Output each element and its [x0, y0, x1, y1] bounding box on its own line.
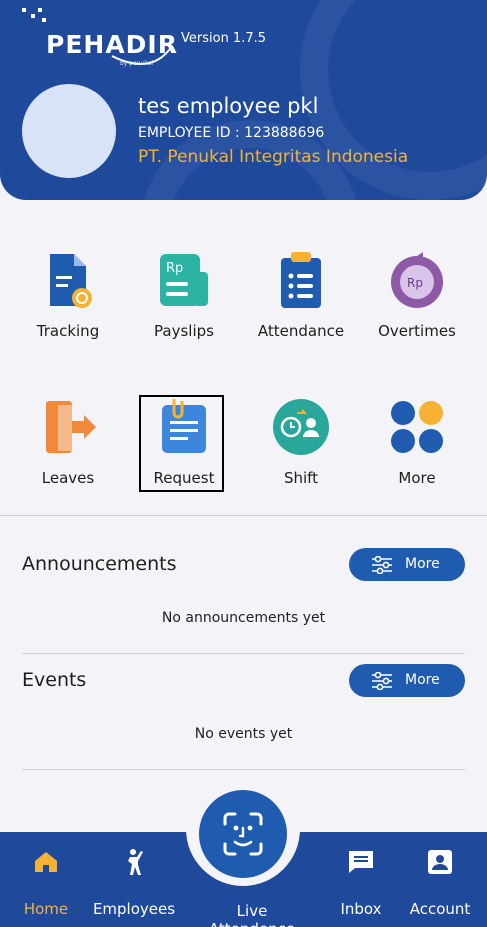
profile-header: PEHADIR by penukal Version 1.7.5 tes emp… — [0, 0, 487, 200]
nav-account-label: Account — [409, 900, 471, 918]
account-card-icon — [428, 850, 452, 874]
menu-label: Shift — [283, 469, 319, 487]
divider — [22, 769, 465, 770]
menu-label: Leaves — [41, 469, 95, 487]
menu-label: Overtimes — [378, 322, 456, 340]
app-logo-subtext: by penukal — [120, 60, 154, 67]
filter-sliders-icon — [372, 672, 392, 690]
announcements-empty-text: No announcements yet — [161, 610, 326, 626]
menu-label: More — [398, 469, 436, 487]
avatar[interactable] — [22, 84, 116, 178]
events-more-button[interactable]: More — [349, 664, 465, 697]
divider — [22, 653, 465, 654]
employee-id: EMPLOYEE ID : 123888696 — [138, 125, 325, 141]
home-icon — [35, 852, 57, 872]
overtime-clock-icon: Rp — [391, 252, 443, 308]
live-attendance-button[interactable] — [199, 790, 287, 878]
shift-icon — [273, 399, 329, 455]
events-empty-text: No events yet — [194, 726, 293, 742]
person-waving-icon — [128, 849, 143, 875]
payslip-icon: Rp — [160, 254, 208, 306]
filter-sliders-icon — [372, 556, 392, 574]
selection-highlight — [139, 395, 224, 492]
nav-employees-label: Employees — [92, 900, 176, 918]
divider — [0, 515, 487, 516]
grid-dots-icon — [391, 401, 443, 453]
events-title: Events — [22, 669, 87, 691]
announcements-title: Announcements — [22, 553, 177, 575]
face-scan-icon — [223, 812, 263, 856]
exit-door-icon — [46, 401, 96, 453]
chat-message-icon — [349, 851, 373, 873]
nav-home-label: Home — [23, 900, 69, 918]
app-version: Version 1.7.5 — [181, 31, 267, 46]
document-tracking-icon — [50, 254, 92, 308]
more-button-label: More — [405, 672, 440, 688]
menu-label: Attendance — [257, 322, 345, 340]
nav-live-label: Live Attendence — [209, 902, 295, 927]
more-button-label: More — [405, 556, 440, 572]
announcements-more-button[interactable]: More — [349, 548, 465, 581]
clipboard-list-icon — [281, 252, 321, 308]
nav-inbox[interactable]: Inbox — [316, 848, 406, 918]
company-name: PT. Penukal Integritas Indonesia — [138, 147, 409, 167]
menu-label: Payslips — [154, 322, 214, 340]
nav-inbox-label: Inbox — [340, 900, 382, 918]
nav-account[interactable]: Account — [395, 848, 485, 918]
nav-home[interactable]: Home — [1, 848, 91, 918]
svg-text:Rp: Rp — [407, 276, 423, 290]
svg-text:Rp: Rp — [166, 261, 183, 276]
app-logo-text: PEHADIR — [46, 30, 178, 59]
nav-employees[interactable]: Employees — [89, 848, 179, 918]
menu-label: Tracking — [36, 322, 100, 340]
employee-name: tes employee pkl — [138, 94, 319, 118]
